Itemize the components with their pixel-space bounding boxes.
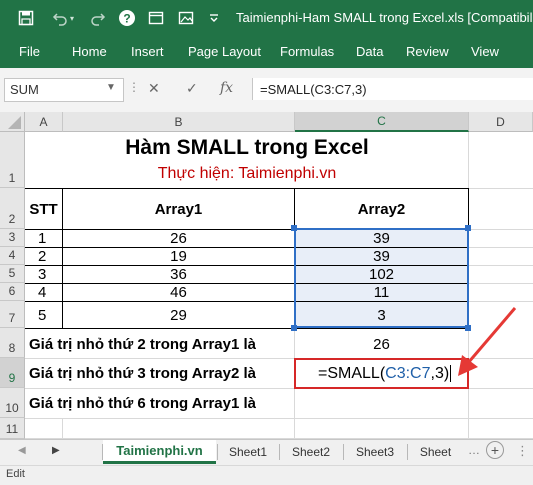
add-sheet-icon[interactable]: +	[486, 441, 504, 459]
customize-icon[interactable]	[204, 8, 224, 28]
redo-icon[interactable]	[88, 8, 108, 28]
table-cell-array1[interactable]: 29	[63, 302, 294, 328]
tab-formulas[interactable]: Formulas	[280, 44, 334, 59]
status-bar	[0, 465, 533, 485]
header-stt[interactable]: STT	[25, 189, 62, 229]
status-mode: Edit	[6, 468, 25, 480]
tab-review[interactable]: Review	[406, 44, 449, 59]
svg-text:?: ?	[123, 12, 130, 26]
undo-dropdown-icon[interactable]: ▾	[70, 14, 74, 23]
row-header-7[interactable]: 7	[0, 301, 25, 328]
table-cell-stt[interactable]: 1	[33, 230, 62, 247]
table-cell-stt[interactable]: 4	[33, 284, 62, 301]
sheet-title[interactable]: Hàm SMALL trong Excel	[25, 134, 469, 162]
header-array2[interactable]: Array2	[295, 189, 468, 229]
sheet-tab-sheet3[interactable]: Sheet3	[344, 440, 406, 464]
gridline	[469, 247, 533, 248]
more-sheets-icon[interactable]: …	[468, 443, 480, 457]
scroll-left-icon[interactable]: ◀	[18, 445, 26, 456]
select-all-button[interactable]	[0, 112, 25, 132]
row-header-2[interactable]: 2	[0, 188, 25, 229]
annotation-arrow-icon	[458, 307, 517, 376]
tab-insert[interactable]: Insert	[131, 44, 164, 59]
table-cell-array1[interactable]: 19	[63, 248, 294, 265]
row-header-6[interactable]: 6	[0, 283, 25, 301]
tab-data[interactable]: Data	[356, 44, 383, 59]
table-cell-array2[interactable]: 11	[295, 284, 468, 301]
sheet-tab-sheet1[interactable]: Sheet1	[218, 440, 278, 464]
tab-home[interactable]: Home	[72, 44, 107, 59]
picture-icon[interactable]	[176, 8, 196, 28]
formula-text: =SMALL(C3:C7,3)	[260, 82, 367, 97]
formula-range-ref: C3:C7	[385, 364, 431, 382]
tab-view[interactable]: View	[471, 44, 499, 59]
formula-prefix: =SMALL(	[318, 364, 386, 382]
row-header-1[interactable]: 1	[0, 132, 25, 188]
table-cell-array2[interactable]: 39	[295, 248, 468, 265]
drag-handle-icon[interactable]: ⋮	[128, 80, 140, 94]
sheet-tab-sheet4[interactable]: Sheet	[408, 440, 463, 464]
row-header-4[interactable]: 4	[0, 247, 25, 265]
cancel-icon[interactable]: ✕	[148, 80, 160, 97]
save-icon[interactable]	[16, 8, 36, 28]
fx-icon[interactable]: fx	[220, 80, 233, 96]
row-header-5[interactable]: 5	[0, 265, 25, 283]
tab-file[interactable]: File	[19, 44, 40, 59]
gridline	[469, 229, 533, 230]
row-header-10[interactable]: 10	[0, 388, 25, 418]
table-cell-array2[interactable]: 102	[295, 266, 468, 283]
gridline	[469, 283, 533, 284]
column-header-b[interactable]: B	[63, 112, 295, 132]
chevron-down-icon[interactable]: ▼	[106, 82, 116, 93]
header-array1[interactable]: Array1	[63, 189, 294, 229]
cell-formula-edit[interactable]: =SMALL(C3:C7,3)	[318, 360, 452, 387]
table-cell-array1[interactable]: 26	[63, 230, 294, 247]
window-title: Taimienphi-Ham SMALL trong Excel.xls [Co…	[236, 10, 533, 25]
column-header-d[interactable]: D	[469, 112, 533, 132]
scroll-right-icon[interactable]: ▶	[52, 445, 60, 456]
row-header-3[interactable]: 3	[0, 229, 25, 247]
table-cell-array1[interactable]: 46	[63, 284, 294, 301]
name-box-value: SUM	[10, 82, 39, 97]
column-header-a[interactable]: A	[25, 112, 63, 132]
row-header-11[interactable]: 11	[0, 418, 25, 439]
gridline	[62, 418, 63, 438]
result-label[interactable]: Giá trị nhỏ thứ 2 trong Array1 là	[29, 330, 295, 358]
table-border	[25, 328, 469, 329]
table-cell-array2[interactable]: 39	[295, 230, 468, 247]
help-icon[interactable]: ?	[117, 8, 137, 28]
sheet-subtitle[interactable]: Thực hiện: Taimienphi.vn	[25, 162, 469, 186]
enter-icon[interactable]: ✓	[186, 80, 198, 97]
result-label[interactable]: Giá trị nhỏ thứ 6 trong Array1 là	[29, 389, 295, 418]
gridline	[25, 418, 533, 419]
row-header-8[interactable]: 8	[0, 328, 25, 358]
table-cell-stt[interactable]: 3	[33, 266, 62, 283]
row-header-9[interactable]: 9	[0, 358, 25, 388]
table-cell-stt[interactable]: 5	[33, 302, 62, 328]
undo-icon[interactable]	[50, 8, 70, 28]
table-cell-stt[interactable]: 2	[33, 248, 62, 265]
sheet-tab-taimienphi[interactable]: Taimienphi.vn	[103, 440, 216, 464]
column-header-c[interactable]: C	[295, 112, 469, 132]
table-cell-array1[interactable]: 36	[63, 266, 294, 283]
gridline	[469, 265, 533, 266]
result-label[interactable]: Giá trị nhỏ thứ 3 trong Array2 là	[29, 359, 295, 388]
scrollbar-splitter-icon[interactable]: ⋮	[516, 443, 529, 459]
tab-page-layout[interactable]: Page Layout	[188, 44, 261, 59]
sheet-tab-sheet2[interactable]: Sheet2	[280, 440, 342, 464]
window-icon[interactable]	[146, 8, 166, 28]
